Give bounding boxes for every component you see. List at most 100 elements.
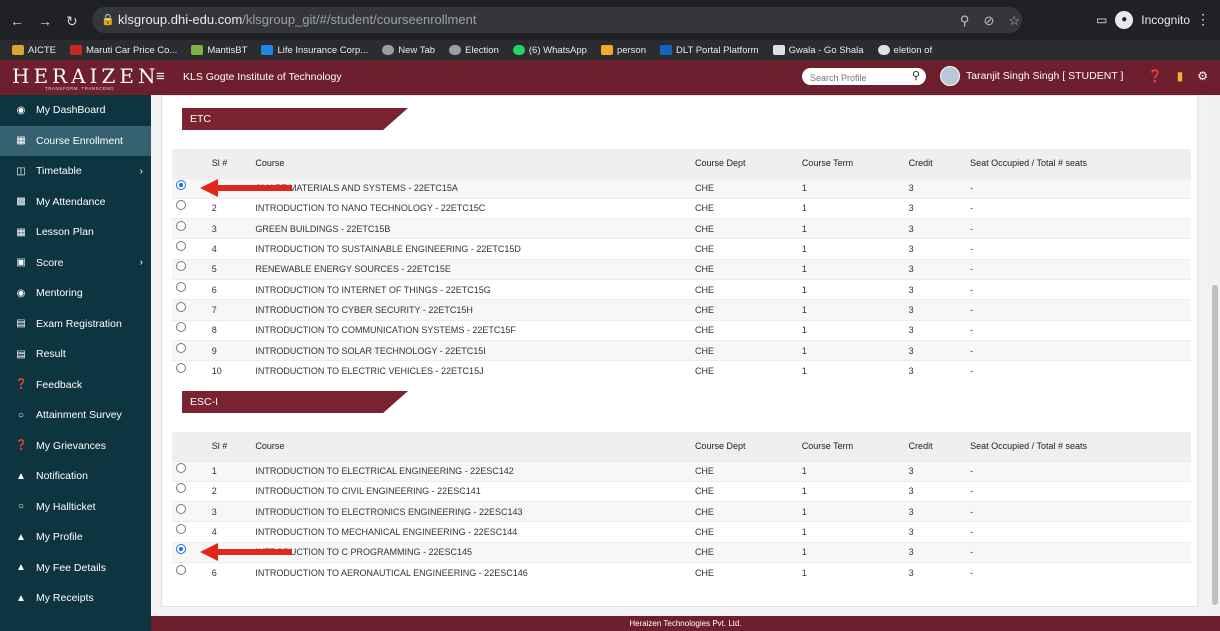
sidebar-item-label: My Hallticket (36, 500, 96, 513)
course-radio-button[interactable] (176, 363, 186, 374)
sidebar-item-attainment-survey[interactable]: ○ Attainment Survey (0, 400, 151, 431)
zoom-icon[interactable]: ⚲ (960, 13, 970, 29)
course-radio-button[interactable] (176, 281, 186, 292)
sidebar-item-label: Lesson Plan (36, 226, 94, 239)
bookmark[interactable]: MantisBT (191, 45, 247, 56)
sidebar-item-my-grievances[interactable]: ❓ My Grievances (0, 431, 151, 462)
cell-term: 1 (795, 258, 903, 280)
table-row[interactable]: 6 INTRODUCTION TO INTERNET OF THINGS - 22… (172, 278, 1191, 300)
cell-course: INTRODUCTION TO AERONAUTICAL ENGINEERING… (249, 561, 689, 583)
sidepanel-icon[interactable]: ▭ (1096, 13, 1107, 27)
course-radio-button[interactable] (176, 220, 186, 231)
bookmark[interactable]: (6) WhatsApp (512, 45, 587, 56)
bookmark[interactable]: Life Insurance Corp... (261, 45, 368, 56)
table-row[interactable]: 3 INTRODUCTION TO ELECTRONICS ENGINEERING… (172, 501, 1191, 522)
course-radio-button[interactable] (176, 342, 186, 353)
bookmark-icon (600, 45, 613, 55)
sidebar-item-my-fee-details[interactable]: ▲ My Fee Details (0, 553, 151, 584)
browser-menu-icon[interactable]: ⋮ (1196, 11, 1210, 28)
column-header: Credit (908, 441, 933, 452)
cell-sl: 1 (205, 460, 250, 482)
sidebar-item-score[interactable]: ▣ Score › (0, 248, 151, 279)
sidebar-item-my-profile[interactable]: ▲ My Profile (0, 522, 151, 553)
course-radio-button[interactable] (176, 261, 186, 272)
sidebar-item-mentoring[interactable]: ◉ Mentoring (0, 278, 151, 309)
logo-tagline: TRANSFORM. TRANSCEND (45, 86, 114, 91)
google-icon (877, 45, 890, 55)
help-icon[interactable]: ❓ (1148, 69, 1163, 83)
table-row[interactable]: 8 INTRODUCTION TO COMMUNICATION SYSTEMS -… (172, 319, 1191, 341)
course-radio-button[interactable] (176, 322, 186, 333)
table-row[interactable]: 6 INTRODUCTION TO AERONAUTICAL ENGINEERIN… (172, 561, 1191, 583)
address-bar[interactable]: 🔒 klsgroup.dhi-edu.com/klsgroup_git/#/st… (92, 7, 1022, 33)
table-row[interactable]: 7 INTRODUCTION TO CYBER SECURITY - 22ETC1… (172, 299, 1191, 321)
tracking-icon[interactable]: ⊘ (983, 13, 994, 29)
table-row[interactable]: 2 INTRODUCTION TO CIVIL ENGINEERING - 22E… (172, 480, 1191, 502)
scrollbar-thumb[interactable] (1212, 285, 1218, 605)
bookmark[interactable]: person (600, 45, 646, 56)
bookmark[interactable]: eletion of (877, 45, 932, 56)
avatar[interactable] (940, 66, 960, 86)
forward-icon[interactable]: → (38, 13, 52, 30)
bookmark[interactable]: New Tab (382, 45, 435, 56)
cell-credit: 3 (902, 319, 965, 341)
bookmark[interactable]: Election (449, 45, 499, 56)
table-row[interactable]: 3 GREEN BUILDINGS - 22ETC15B CHE 1 3- (172, 218, 1191, 239)
cell-dept: CHE (688, 501, 796, 522)
course-radio-button[interactable] (176, 180, 186, 191)
heraizen-logo[interactable]: HERAIZEN (12, 64, 159, 88)
course-radio-button[interactable] (176, 483, 186, 494)
cell-dept: CHE (689, 177, 796, 199)
course-radio-button[interactable] (176, 301, 186, 312)
sidebar-item-my-attendance[interactable]: ▩ My Attendance (0, 187, 151, 218)
footer: Heraizen Technologies Pvt. Ltd. (151, 616, 1220, 631)
course-radio-button[interactable] (176, 564, 186, 575)
course-radio-button[interactable] (176, 524, 186, 535)
course-radio-button[interactable] (176, 544, 186, 555)
ticket-icon: ○ (17, 501, 25, 513)
table-row[interactable]: 2 INTRODUCTION TO NANO TECHNOLOGY - 22ETC… (172, 197, 1191, 219)
course-radio-button[interactable] (176, 241, 186, 252)
notification-icon[interactable]: ▮ (1177, 69, 1184, 83)
settings-icon[interactable]: ⚙ (1197, 69, 1208, 83)
sidebar-item-my-dashboard[interactable]: ◉ My DashBoard (0, 95, 151, 126)
sidebar-item-my-hallticket[interactable]: ○ My Hallticket (0, 492, 151, 523)
sidebar-item-my-receipts[interactable]: ▲ My Receipts (0, 583, 151, 614)
menu-toggle-icon[interactable]: ≡ (156, 68, 165, 85)
table-row[interactable]: 4 INTRODUCTION TO MECHANICAL ENGINEERING … (172, 521, 1191, 543)
table-row[interactable]: 5INTRODUCTION TO C PROGRAMMING - 22ESC14… (172, 541, 1191, 563)
course-radio-button[interactable] (176, 463, 186, 474)
star-icon[interactable]: ☆ (1008, 13, 1020, 29)
sidebar-item-lesson-plan[interactable]: ▦ Lesson Plan (0, 217, 151, 248)
cell-term: 1 (795, 177, 903, 199)
sidebar-item-feedback[interactable]: ❓ Feedback (0, 370, 151, 401)
table-row[interactable]: 1 SMART MATERIALS AND SYSTEMS - 22ETC15AC… (172, 177, 1191, 199)
search-input[interactable] (802, 69, 900, 87)
bookmark[interactable]: DLT Portal Platform (660, 45, 759, 56)
sidebar-item-result[interactable]: ▤ Result (0, 339, 151, 370)
search-icon[interactable]: ⚲ (912, 69, 920, 82)
cell-credit: 3 (902, 278, 965, 300)
table-row[interactable]: 9 INTRODUCTION TO SOLAR TECHNOLOGY - 22ET… (172, 339, 1191, 361)
page-scrollbar[interactable] (1210, 95, 1220, 616)
sidebar-item-exam-registration[interactable]: ▤ Exam Registration (0, 309, 151, 340)
table-row[interactable]: 4 INTRODUCTION TO SUSTAINABLE ENGINEERING… (172, 238, 1191, 260)
cell-seats: - (964, 278, 1191, 300)
course-radio-button[interactable] (176, 503, 186, 514)
user-name[interactable]: Taranjit Singh Singh [ STUDENT ] (966, 70, 1123, 82)
reload-icon[interactable]: ↻ (66, 13, 78, 30)
profile-indicator[interactable]: ▭ ● Incognito (1096, 11, 1190, 29)
back-icon[interactable]: ← (10, 13, 24, 30)
bookmark[interactable]: Gwala - Go Shala (772, 45, 864, 56)
bookmark[interactable]: AICTE (12, 45, 56, 56)
course-radio-button[interactable] (176, 200, 186, 211)
table-row[interactable]: 1 INTRODUCTION TO ELECTRICAL ENGINEERING … (172, 460, 1191, 482)
table-row[interactable]: 5 RENEWABLE ENERGY SOURCES - 22ETC15E CHE 1… (172, 258, 1191, 280)
sidebar-item-label: Notification (36, 470, 88, 483)
sidebar-item-notification[interactable]: ▲ Notification (0, 461, 151, 492)
bookmark[interactable]: Maruti Car Price Co... (69, 45, 177, 56)
sidebar-item-course-enrollment[interactable]: ▦ Course Enrollment (0, 125, 151, 156)
sidebar-item-timetable[interactable]: ◫ Timetable › (0, 156, 151, 187)
table-row[interactable]: 10 INTRODUCTION TO ELECTRIC VEHICLES - 22… (172, 360, 1191, 381)
cell-sl: 2 (205, 197, 250, 219)
